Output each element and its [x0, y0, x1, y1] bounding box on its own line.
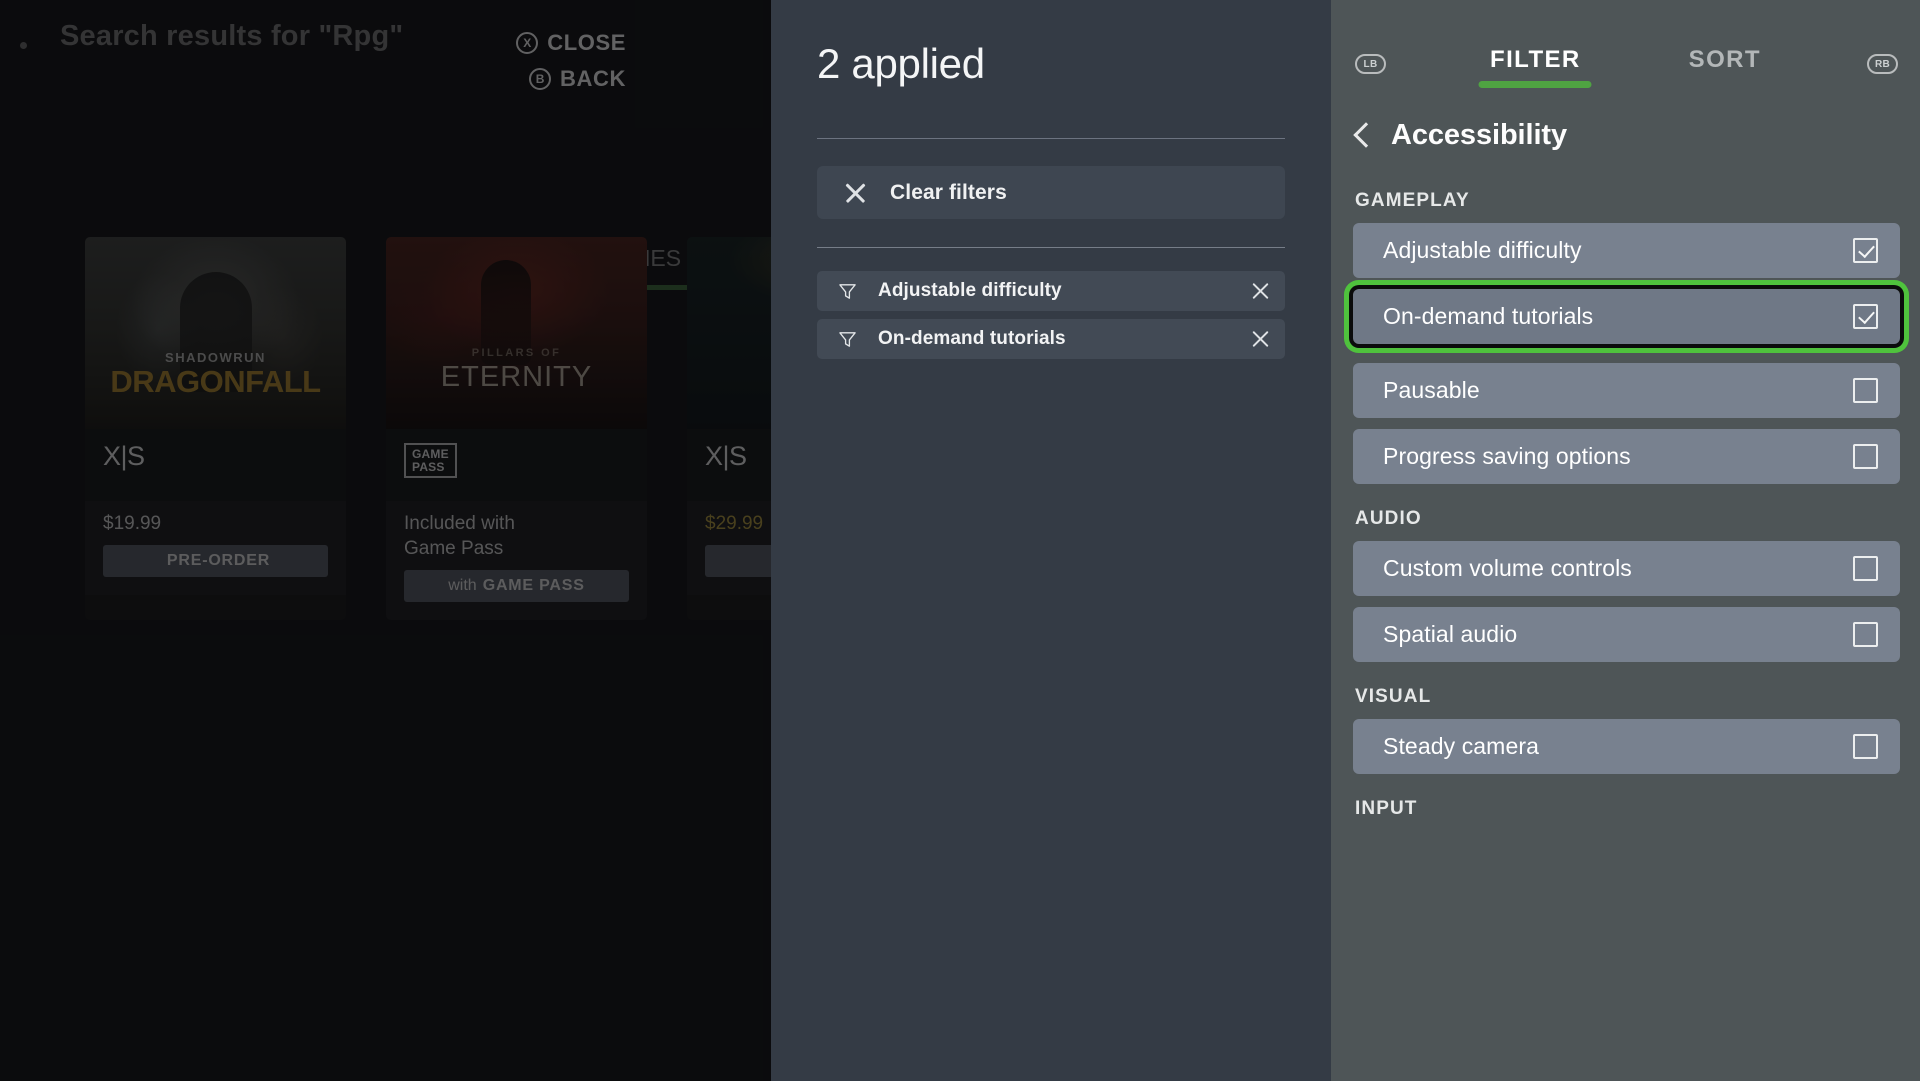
filter-option-label: Steady camera	[1383, 733, 1539, 759]
card-art: SHADOWRUN DRAGONFALL	[85, 237, 346, 429]
filter-option-row[interactable]: Steady camera	[1353, 719, 1900, 774]
filter-sort-tabbar: LB FILTER SORT RB	[1331, 0, 1920, 104]
filter-checkbox[interactable]	[1853, 304, 1878, 329]
section-label-input: INPUT	[1355, 798, 1418, 819]
header-bullet-icon	[20, 42, 27, 49]
filter-option-row[interactable]: On-demand tutorials	[1353, 289, 1900, 344]
card-art-title: ETERNITY	[440, 361, 593, 393]
card-cta-button[interactable]: PRE-ORDER	[103, 545, 328, 578]
filter-option-row[interactable]: Pausable	[1353, 363, 1900, 418]
card-footer: $29.99 PR	[687, 501, 771, 596]
card-cta-prefix: with	[448, 577, 477, 595]
filter-option-row[interactable]: Progress saving options	[1353, 429, 1900, 484]
xbox-x-button-icon: X	[516, 32, 539, 54]
applied-chip-list: Adjustable difficulty On-demand tutorial…	[817, 271, 1285, 359]
applied-filter-chip[interactable]: On-demand tutorials	[817, 319, 1285, 359]
remove-filter-icon[interactable]	[1250, 281, 1271, 302]
filter-checkbox[interactable]	[1853, 444, 1878, 469]
game-card-rail: SHADOWRUN DRAGONFALL X|S $19.99 PRE-ORDE…	[85, 237, 771, 621]
card-art-subtitle: PILLARS OF	[471, 347, 562, 359]
section-label-gameplay: GAMEPLAY	[1355, 190, 1470, 211]
results-tab-row: LB GAMES (5)	[0, 105, 771, 290]
section-label-audio: AUDIO	[1355, 508, 1422, 529]
applied-filter-chip[interactable]: Adjustable difficulty	[817, 271, 1285, 311]
filter-option-row[interactable]: Spatial audio	[1353, 607, 1900, 662]
filter-browser-panel: LB FILTER SORT RB Accessibility GAMEPLAY…	[1331, 0, 1920, 1081]
tab-group: FILTER SORT	[1331, 46, 1920, 88]
card-price: Included with Game Pass	[404, 513, 515, 560]
card-footer: $19.99 PRE-ORDER	[85, 501, 346, 596]
close-hint-label: CLOSE	[547, 30, 626, 55]
tab-sort[interactable]: SORT	[1689, 46, 1761, 88]
game-card[interactable]: SHADOWRUN DRAGONFALL X|S $19.99 PRE-ORDE…	[85, 237, 346, 621]
funnel-icon	[839, 331, 856, 347]
filter-option-label: Pausable	[1383, 377, 1480, 403]
results-header: Search results for "Rpg"	[0, 0, 771, 110]
page-title: Search results for "Rpg"	[60, 20, 404, 52]
store-results-background: Search results for "Rpg" X CLOSE B BACK …	[0, 0, 771, 1081]
rb-bumper-icon: RB	[1867, 54, 1898, 74]
xbox-b-button-icon: B	[529, 68, 552, 90]
panel-divider-secondary	[817, 247, 1285, 248]
applied-count-title: 2 applied	[817, 40, 985, 87]
card-cta-label: GAME PASS	[482, 577, 585, 595]
filter-option-label: Custom volume controls	[1383, 555, 1632, 581]
card-price: $19.99	[103, 513, 162, 534]
xbox-store-filter-screen: Search results for "Rpg" X CLOSE B BACK …	[0, 0, 1920, 1081]
filter-checkbox[interactable]	[1853, 556, 1878, 581]
applied-filter-chip-label: Adjustable difficulty	[878, 280, 1062, 301]
chevron-left-icon[interactable]	[1353, 122, 1379, 148]
funnel-icon	[839, 283, 856, 299]
card-badge-bar: GAME PASS	[386, 429, 647, 501]
close-hint[interactable]: X CLOSE	[516, 30, 626, 56]
back-hint[interactable]: B BACK	[516, 66, 626, 92]
filter-option-label: Spatial audio	[1383, 621, 1518, 647]
clear-filters-label: Clear filters	[890, 180, 1007, 204]
tab-filter[interactable]: FILTER	[1490, 46, 1581, 88]
game-card[interactable]: PILLARS OF ETERNITY GAME PASS Included w…	[386, 237, 647, 621]
xbox-series-xs-badge: X|S	[705, 441, 747, 471]
applied-filter-chip-label: On-demand tutorials	[878, 328, 1066, 349]
game-pass-badge: GAME PASS	[404, 443, 457, 479]
card-cta-button[interactable]: PR	[705, 545, 771, 578]
card-art: PILLARS OF ETERNITY	[386, 237, 647, 429]
card-cta-label: PRE-ORDER	[166, 552, 271, 570]
panel-divider	[817, 138, 1285, 139]
card-cta-button[interactable]: with GAME PASS	[404, 570, 629, 603]
filter-option-label: Adjustable difficulty	[1383, 237, 1582, 263]
close-x-icon	[843, 180, 868, 205]
filter-option-row[interactable]: Custom volume controls	[1353, 541, 1900, 596]
card-badge-bar: X|S	[687, 429, 771, 501]
button-hint-stack: X CLOSE B BACK	[516, 30, 626, 102]
card-badge-bar: X|S	[85, 429, 346, 501]
filter-checkbox[interactable]	[1853, 378, 1878, 403]
xbox-series-xs-badge: X|S	[103, 441, 145, 471]
card-footer: Included with Game Pass with GAME PASS	[386, 501, 647, 621]
filter-option-label: On-demand tutorials	[1383, 303, 1594, 329]
clear-filters-button[interactable]: Clear filters	[817, 166, 1285, 219]
game-card[interactable]: SHA X|S $29.99 PR	[687, 237, 771, 621]
category-header[interactable]: Accessibility	[1331, 104, 1920, 160]
filter-checkbox[interactable]	[1853, 622, 1878, 647]
filter-option-label: Progress saving options	[1383, 443, 1631, 469]
card-art: SHA	[687, 237, 771, 429]
filter-option-list: GAMEPLAY Adjustable difficulty On-demand…	[1331, 190, 1920, 820]
remove-filter-icon[interactable]	[1250, 329, 1271, 350]
back-hint-label: BACK	[560, 66, 626, 91]
card-art-subtitle: SHADOWRUN	[165, 350, 266, 365]
filter-checkbox[interactable]	[1853, 238, 1878, 263]
category-title: Accessibility	[1391, 118, 1568, 151]
filter-option-row[interactable]: Adjustable difficulty	[1353, 223, 1900, 278]
filter-checkbox[interactable]	[1853, 734, 1878, 759]
applied-filters-panel: 2 applied Clear filters Adjustable diffi…	[771, 0, 1331, 1081]
card-art-title: DRAGONFALL	[110, 364, 321, 399]
section-label-visual: VISUAL	[1355, 686, 1432, 707]
card-price: $29.99	[705, 513, 764, 534]
